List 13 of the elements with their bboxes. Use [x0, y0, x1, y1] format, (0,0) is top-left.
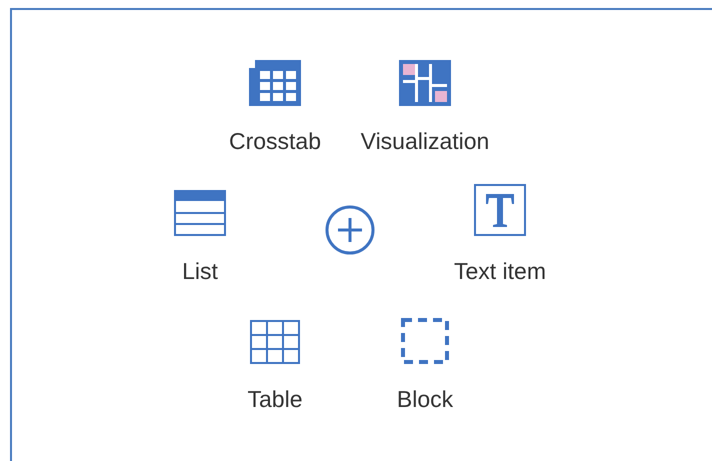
list-icon [174, 190, 226, 236]
item-label[interactable]: Text item [454, 258, 546, 285]
item-label[interactable]: Block [396, 386, 454, 413]
dashed-square-icon [401, 318, 449, 364]
item-label[interactable]: Crosstab [228, 128, 322, 155]
text-icon [474, 184, 526, 236]
item-label[interactable]: Visualization [360, 128, 490, 155]
item-label[interactable]: List [182, 258, 218, 285]
table-icon [250, 320, 300, 364]
add-icon[interactable] [325, 205, 375, 255]
item-label[interactable]: Table [248, 386, 302, 413]
dashboard-icon [399, 60, 451, 106]
grid-icon [249, 60, 301, 106]
